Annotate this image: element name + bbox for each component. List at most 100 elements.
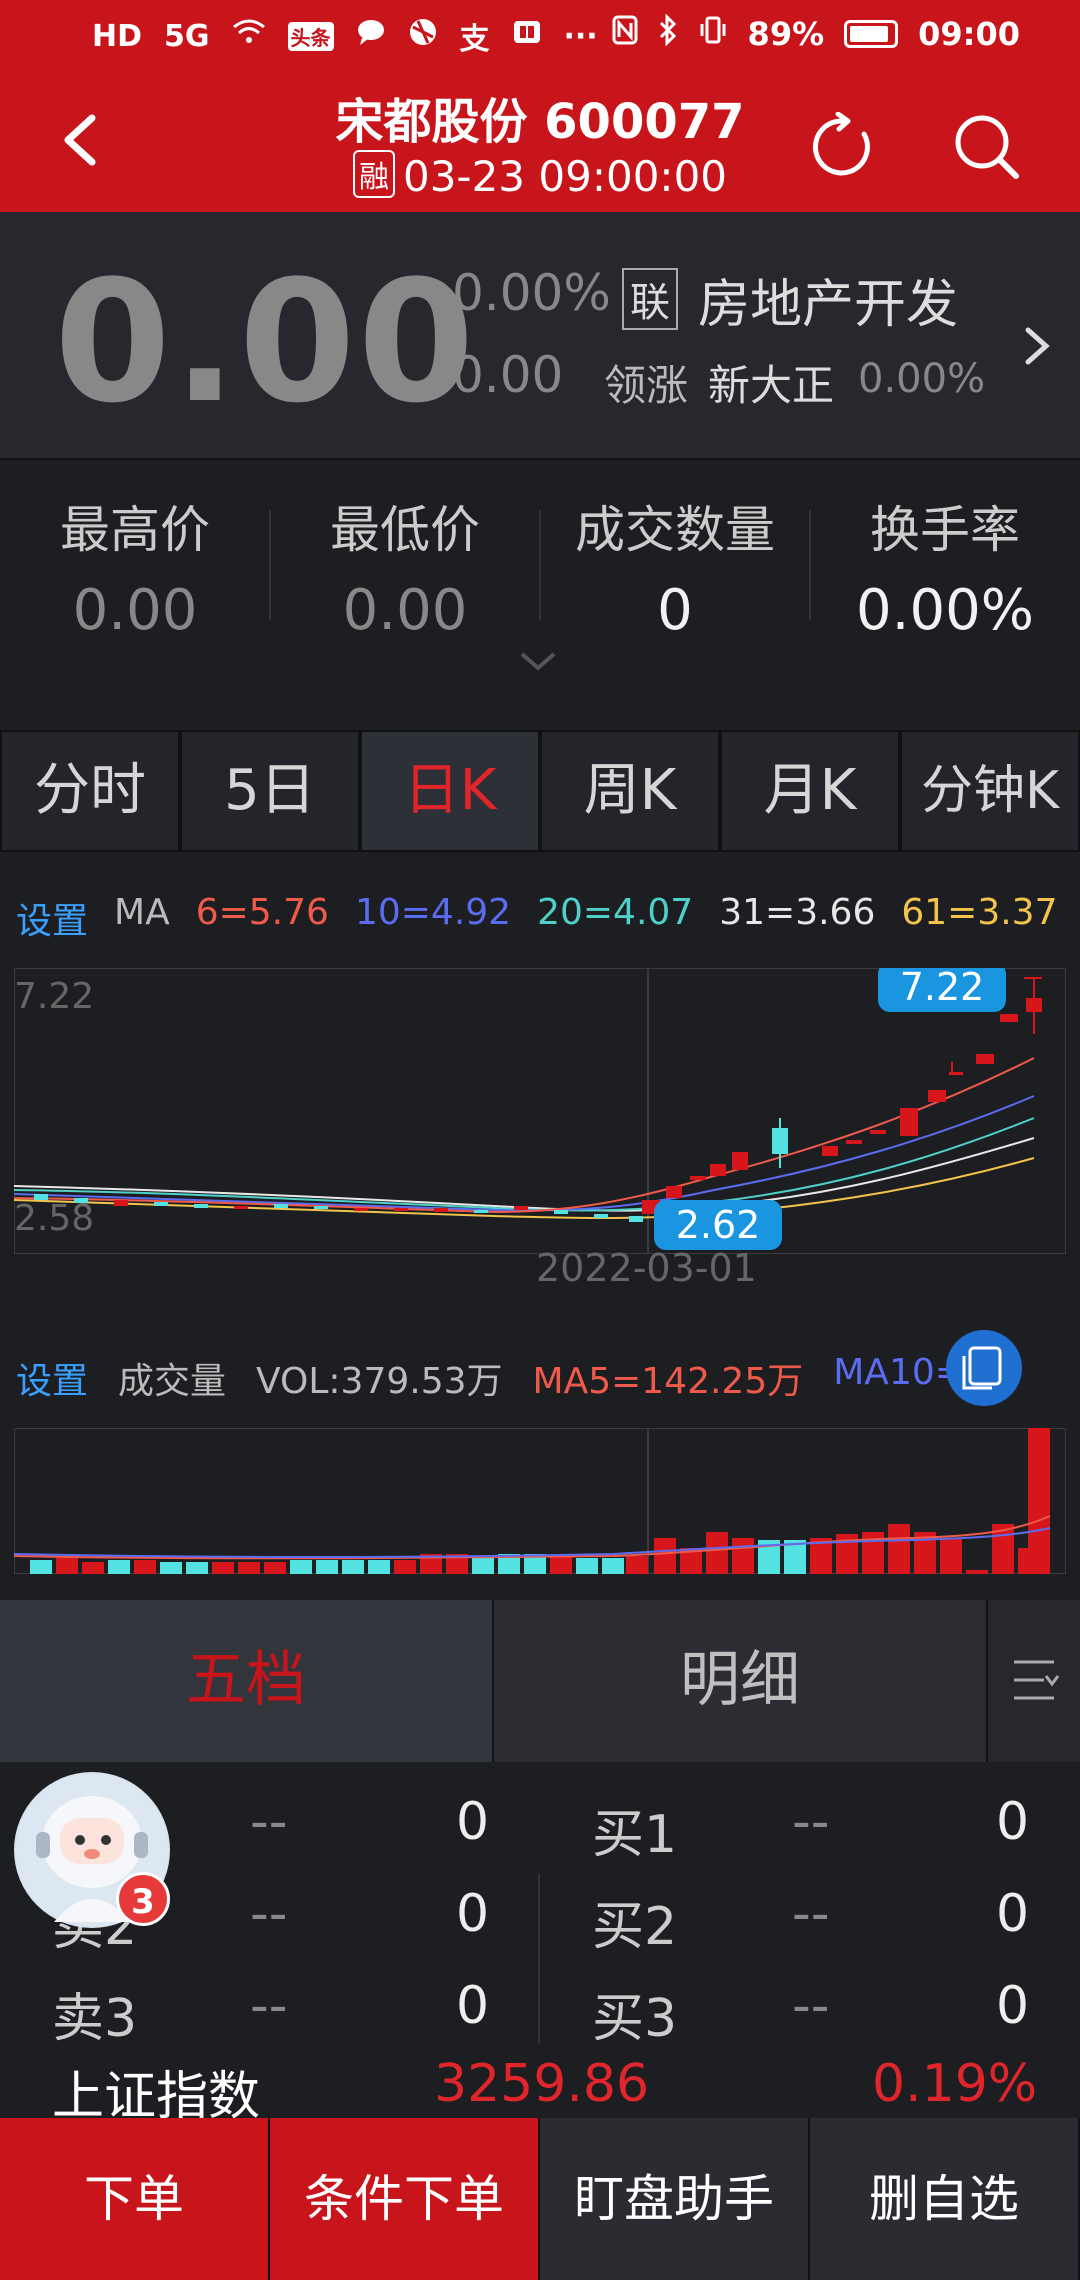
stock-title: 宋都股份 600077: [335, 94, 745, 150]
status-bar: HD 5G 头条 支 ··· 89% 09:00: [0, 0, 1080, 72]
ma10-value: 10=4.92: [354, 892, 512, 933]
leader-percent: 0.00%: [858, 356, 986, 402]
ma31-value: 31=3.66: [719, 892, 876, 933]
more-indicator: ···: [563, 18, 598, 54]
leader-label: 领涨: [604, 361, 689, 410]
stat-label: 成交数量: [575, 501, 775, 559]
remove-watchlist-button[interactable]: 删自选: [810, 2118, 1080, 2280]
sell-volume: 0: [456, 1976, 490, 2036]
buy-volume: 0: [996, 1792, 1030, 1852]
chevron-down-icon[interactable]: [516, 648, 560, 674]
alipay-icon: 支: [459, 22, 490, 57]
tab-daily-k[interactable]: 日K: [360, 730, 540, 852]
stat-turnover: 换手率 0.00%: [810, 490, 1080, 643]
sell-volume: 0: [456, 1884, 490, 1944]
change-percent: 0.00%: [452, 264, 611, 322]
wifi-icon: [232, 18, 266, 54]
stats-panel: 最高价 0.00 最低价 0.00 成交数量 0 换手率 0.00%: [0, 458, 1080, 702]
sell-price: --: [250, 1884, 288, 1944]
sell-label: 卖3: [52, 1989, 138, 2049]
tab-intraday[interactable]: 分时: [0, 730, 180, 852]
refresh-icon[interactable]: [808, 112, 878, 182]
ma20-value: 20=4.07: [537, 892, 694, 933]
kchart-low-label: 2.58: [14, 1198, 94, 1239]
divider: [538, 1874, 540, 2044]
tab-monthly-k[interactable]: 月K: [720, 730, 900, 852]
tab-minute-k[interactable]: 分钟K: [900, 730, 1080, 852]
index-ticker[interactable]: 上证指数 3259.86 0.19%: [0, 2054, 1080, 2127]
book-icon: [512, 18, 542, 54]
browser-icon: [408, 17, 438, 55]
message-icon: [356, 18, 386, 54]
ma6-value: 6=5.76: [195, 892, 329, 933]
buy-volume: 0: [996, 1884, 1030, 1944]
kline-chart[interactable]: 7.22 2.58 7.22 2.62: [14, 968, 1066, 1254]
index-percent: 0.19%: [872, 2054, 1038, 2114]
buy-price: --: [792, 1792, 830, 1852]
tab-five-levels[interactable]: 五档: [0, 1600, 494, 1762]
top-navbar: 宋都股份 600077 融 03-23 09:00:00: [0, 72, 1080, 212]
orderbook-tabs: 五档 明细: [0, 1600, 1080, 1762]
quote-datetime: 03-23 09:00:00: [402, 152, 728, 201]
ma-legend: 设置 MA 6=5.76 10=4.92 20=4.07 31=3.66 61=…: [16, 892, 1058, 944]
leader-stock[interactable]: 新大正: [708, 352, 834, 413]
volume-legend: 设置 成交量 VOL:379.53万 MA5=142.25万 MA10=: [16, 1352, 965, 1404]
chevron-right-icon[interactable]: [1020, 316, 1056, 376]
place-order-button[interactable]: 下单: [0, 2118, 270, 2280]
current-price: 0.00: [54, 244, 477, 440]
tab-weekly-k[interactable]: 周K: [540, 730, 720, 852]
bluetooth-icon: [658, 13, 678, 54]
copy-icon: [962, 1346, 1002, 1390]
volume-bars: [30, 1428, 1050, 1574]
stat-high: 最高价 0.00: [0, 490, 270, 643]
change-amount: 0.00: [452, 346, 564, 404]
buy-volume: 0: [996, 1976, 1030, 2036]
stat-label: 最低价: [330, 501, 480, 559]
vol-label: 成交量: [118, 1361, 227, 1402]
volume-chart[interactable]: [14, 1428, 1066, 1574]
buy-label: 买3: [592, 1989, 678, 2049]
quote-panel: 0.00 0.00% 0.00 联 房地产开发 领涨 新大正 0.00%: [0, 212, 1080, 458]
stat-value: 0.00: [72, 578, 198, 643]
sell-price: --: [250, 1792, 288, 1852]
buy-label: 买1: [592, 1805, 678, 1865]
nfc-icon: [612, 15, 638, 53]
list-menu-icon[interactable]: [988, 1600, 1080, 1762]
buy-price: --: [792, 1976, 830, 2036]
network-indicator: 5G: [164, 18, 210, 54]
tab-5day[interactable]: 5日: [180, 730, 360, 852]
ma61-value: 61=3.37: [901, 892, 1058, 933]
kchart-high-label: 7.22: [14, 976, 94, 1017]
vol-settings-link[interactable]: 设置: [16, 1352, 88, 1404]
watch-assistant-button[interactable]: 盯盘助手: [540, 2118, 810, 2280]
stat-label: 最高价: [60, 501, 210, 559]
linked-badge: 联: [622, 268, 678, 330]
period-tabs: 分时 5日 日K 周K 月K 分钟K: [0, 730, 1080, 852]
hd-indicator: HD: [92, 18, 143, 54]
conditional-order-button[interactable]: 条件下单: [270, 2118, 540, 2280]
sector-name[interactable]: 房地产开发: [698, 262, 958, 337]
margin-badge: 融: [352, 150, 395, 198]
index-value: 3259.86: [434, 2054, 650, 2114]
stat-value: 0: [657, 578, 693, 643]
clock: 09:00: [918, 15, 1020, 53]
battery-percent: 89%: [747, 15, 825, 53]
sell-price: --: [250, 1976, 288, 2036]
vol-ma5: MA5=142.25万: [532, 1361, 804, 1402]
buy-label: 买2: [592, 1897, 678, 1957]
candles-right: [642, 977, 1042, 1214]
toutiao-icon: 头条: [287, 21, 334, 51]
stat-value: 0.00: [342, 578, 468, 643]
buy-price: --: [792, 1884, 830, 1944]
stat-value: 0.00%: [856, 578, 1034, 643]
search-icon[interactable]: [950, 110, 1022, 182]
vol-value: VOL:379.53万: [256, 1361, 503, 1402]
kchart-date-label: 2022-03-01: [536, 1246, 757, 1290]
kchart-min-tag: 2.62: [676, 1203, 761, 1247]
vibrate-icon: [698, 15, 728, 53]
ma-settings-link[interactable]: 设置: [16, 892, 88, 944]
status-right-icons: 89% 09:00: [612, 13, 1020, 54]
float-switch-button[interactable]: [946, 1330, 1022, 1406]
tab-detail[interactable]: 明细: [494, 1600, 988, 1762]
notification-badge: 3: [116, 1872, 170, 1926]
